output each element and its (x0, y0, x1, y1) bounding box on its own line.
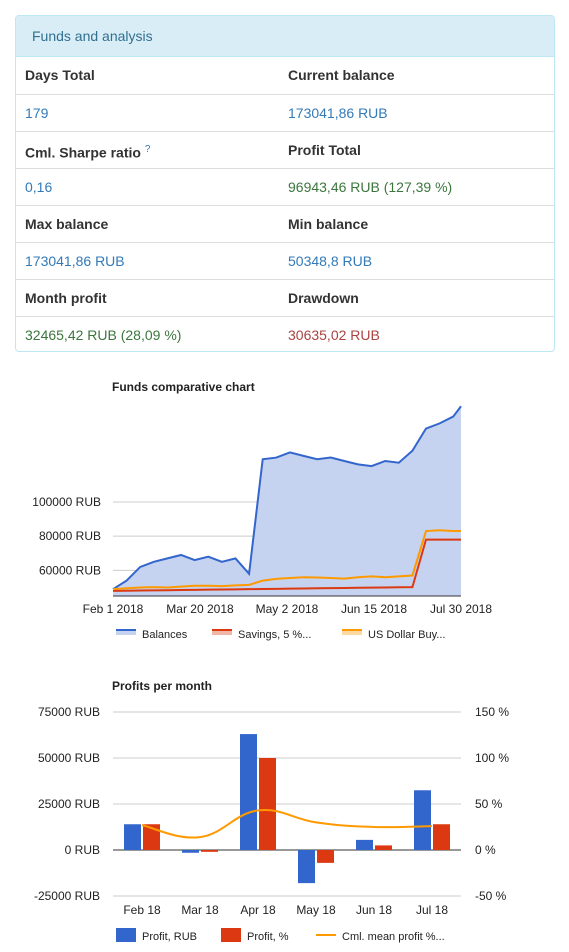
panel-title: Funds and analysis (16, 16, 554, 57)
y-right-tick-label: -50 % (475, 889, 507, 903)
stat-label: Days Total (25, 67, 95, 83)
legend-label: Profit, % (247, 931, 289, 943)
stat-label: Cml. Sharpe ratio (25, 144, 141, 161)
help-icon[interactable]: ? (145, 144, 151, 155)
stats-row: Cml. Sharpe ratio? Profit Total (16, 131, 554, 168)
stats-row: Month profit Drawdown (16, 279, 554, 316)
profit-pct-bar (259, 758, 276, 850)
y-right-tick-label: 50 % (475, 797, 503, 811)
stats-row: 0,16 96943,46 RUB (127,39 %) (16, 168, 554, 205)
x-tick-label: May 2 2018 (256, 602, 319, 616)
funds-chart-svg: Funds comparative chart 100000 RUB 80000 R… (32, 380, 492, 641)
x-tick-label: Jun 15 2018 (341, 602, 407, 616)
profit-rub-bar (356, 839, 373, 850)
legend-label: Balances (142, 629, 188, 641)
stat-label: Drawdown (288, 290, 359, 306)
stat-value: 50348,8 RUB (288, 253, 373, 269)
stats-row: 32465,42 RUB (28,09 %) 30635,02 RUB (16, 316, 554, 351)
stat-label: Month profit (25, 290, 107, 306)
legend-label: Profit, RUB (142, 931, 197, 943)
profit-rub-bar (182, 850, 199, 853)
profits-chart-svg: Profits per month 75000 RUB 50000 RUB 25000… (34, 679, 509, 943)
profit-rub-bar (414, 790, 431, 850)
y-tick-label: 80000 RUB (39, 529, 101, 543)
stat-value: 173041,86 RUB (25, 253, 125, 269)
y-right-tick-label: 150 % (475, 705, 509, 719)
stats-row: 179 173041,86 RUB (16, 94, 554, 131)
stat-label-cell: Cml. Sharpe ratio? (25, 132, 150, 171)
funds-comparative-chart: Funds comparative chart 100000 RUB 80000 R… (0, 370, 569, 650)
stat-value: 0,16 (25, 179, 53, 195)
legend-label: Cml. mean profit %... (342, 931, 445, 943)
x-tick-label: Jul 18 (416, 903, 448, 917)
stat-label-cell: Month profit (25, 280, 107, 316)
x-tick-label: Mar 18 (181, 903, 219, 917)
legend-swatch (221, 928, 241, 942)
legend-label: Savings, 5 %... (238, 629, 311, 641)
profit-rub-bar (298, 850, 315, 884)
y-tick-label: 60000 RUB (39, 563, 101, 577)
y-left-tick-label: 75000 RUB (38, 705, 100, 719)
stat-value: 173041,86 RUB (288, 105, 388, 121)
stat-label-cell: Max balance (25, 206, 108, 242)
stats-row: Max balance Min balance (16, 205, 554, 242)
chart-title: Profits per month (112, 679, 212, 693)
stat-value: 179 (25, 105, 49, 121)
x-tick-label: Feb 1 2018 (83, 602, 144, 616)
balances-area (113, 406, 461, 596)
stat-value: 96943,46 RUB (127,39 %) (288, 179, 453, 195)
profit-pct-bar (201, 850, 218, 852)
stat-label-cell: Days Total (25, 57, 95, 93)
y-left-tick-label: 25000 RUB (38, 797, 100, 811)
profit-rub-bar (240, 734, 257, 850)
legend-swatch (116, 928, 136, 942)
profits-per-month-chart: Profits per month 75000 RUB 50000 RUB 25000… (0, 672, 569, 948)
profit-pct-bar (433, 824, 450, 850)
profit-pct-bar (375, 845, 392, 850)
stats-row: Days Total Current balance (16, 57, 554, 94)
stat-label: Profit Total (288, 142, 361, 158)
y-left-tick-label: 0 RUB (65, 843, 100, 857)
x-tick-label: Apr 18 (240, 903, 276, 917)
cml-mean-profit-line (141, 808, 433, 839)
y-left-tick-label: 50000 RUB (38, 751, 100, 765)
stats-row: 173041,86 RUB 50348,8 RUB (16, 242, 554, 279)
x-tick-label: Mar 20 2018 (166, 602, 234, 616)
stat-label: Current balance (288, 67, 395, 83)
stat-label: Min balance (288, 216, 369, 232)
funds-analysis-panel: Funds and analysis Days Total Current bal… (15, 15, 555, 352)
stat-value: 30635,02 RUB (288, 327, 380, 343)
x-tick-label: Feb 18 (123, 903, 161, 917)
y-tick-label: 100000 RUB (32, 495, 101, 509)
y-right-tick-label: 100 % (475, 751, 509, 765)
x-tick-label: Jun 18 (356, 903, 392, 917)
x-tick-label: Jul 30 2018 (430, 602, 492, 616)
chart-title: Funds comparative chart (112, 380, 255, 394)
stat-label: Max balance (25, 216, 109, 232)
x-tick-label: May 18 (296, 903, 336, 917)
y-left-tick-label: -25000 RUB (34, 889, 100, 903)
stat-value: 32465,42 RUB (28,09 %) (25, 327, 182, 343)
profit-rub-bar (124, 824, 141, 850)
legend-label: US Dollar Buy... (368, 629, 445, 641)
y-right-tick-label: 0 % (475, 843, 496, 857)
profit-pct-bar (317, 850, 334, 863)
